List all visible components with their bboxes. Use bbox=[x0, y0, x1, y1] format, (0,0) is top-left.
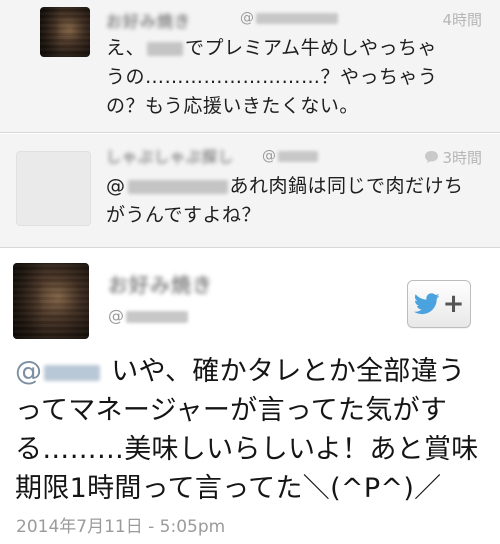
mention-link[interactable]: @ bbox=[15, 356, 102, 387]
reply-tweet-2[interactable]: しゃぶしゃぶ探し @ 3時間 @ あれ肉鍋は同じで肉だけち がうんですよね？ bbox=[0, 134, 500, 248]
follow-button[interactable]: + bbox=[407, 280, 471, 328]
user-display-name[interactable]: お好み焼き bbox=[106, 8, 191, 32]
user-handle[interactable]: @ bbox=[108, 306, 188, 325]
tweet-time: 4時間 bbox=[442, 11, 482, 29]
avatar[interactable] bbox=[13, 263, 89, 339]
reply-tweet-1[interactable]: お好み焼き @ 4時間 え、 でプレミアム牛めしやっちゃ うの………………………？… bbox=[0, 0, 500, 133]
mention-link[interactable]: @ bbox=[106, 175, 230, 197]
tweet-timestamp: 2014年7月11日 - 5:05pm bbox=[16, 517, 226, 537]
avatar[interactable] bbox=[40, 7, 90, 57]
user-display-name[interactable]: お好み焼き bbox=[108, 269, 213, 298]
avatar[interactable] bbox=[16, 151, 91, 226]
tweet-text: @ いや、確かタレとか全部違う ってマネージャーが言ってた気がす る………美味し… bbox=[15, 356, 479, 504]
tweet-text: @ あれ肉鍋は同じで肉だけち がうんですよね？ bbox=[106, 175, 464, 226]
twitter-bird-icon bbox=[413, 293, 440, 315]
tweet-text: え、 でプレミアム牛めしやっちゃ うの………………………？やっちゃう の？もう応援… bbox=[106, 37, 438, 117]
reply-bubble-icon bbox=[425, 151, 439, 163]
user-handle[interactable]: @ bbox=[240, 10, 338, 26]
plus-icon: + bbox=[442, 289, 465, 319]
user-display-name[interactable]: しゃぶしゃぶ探し bbox=[106, 146, 234, 167]
user-handle[interactable]: @ bbox=[262, 148, 318, 164]
tweet-time: 3時間 bbox=[424, 147, 482, 168]
